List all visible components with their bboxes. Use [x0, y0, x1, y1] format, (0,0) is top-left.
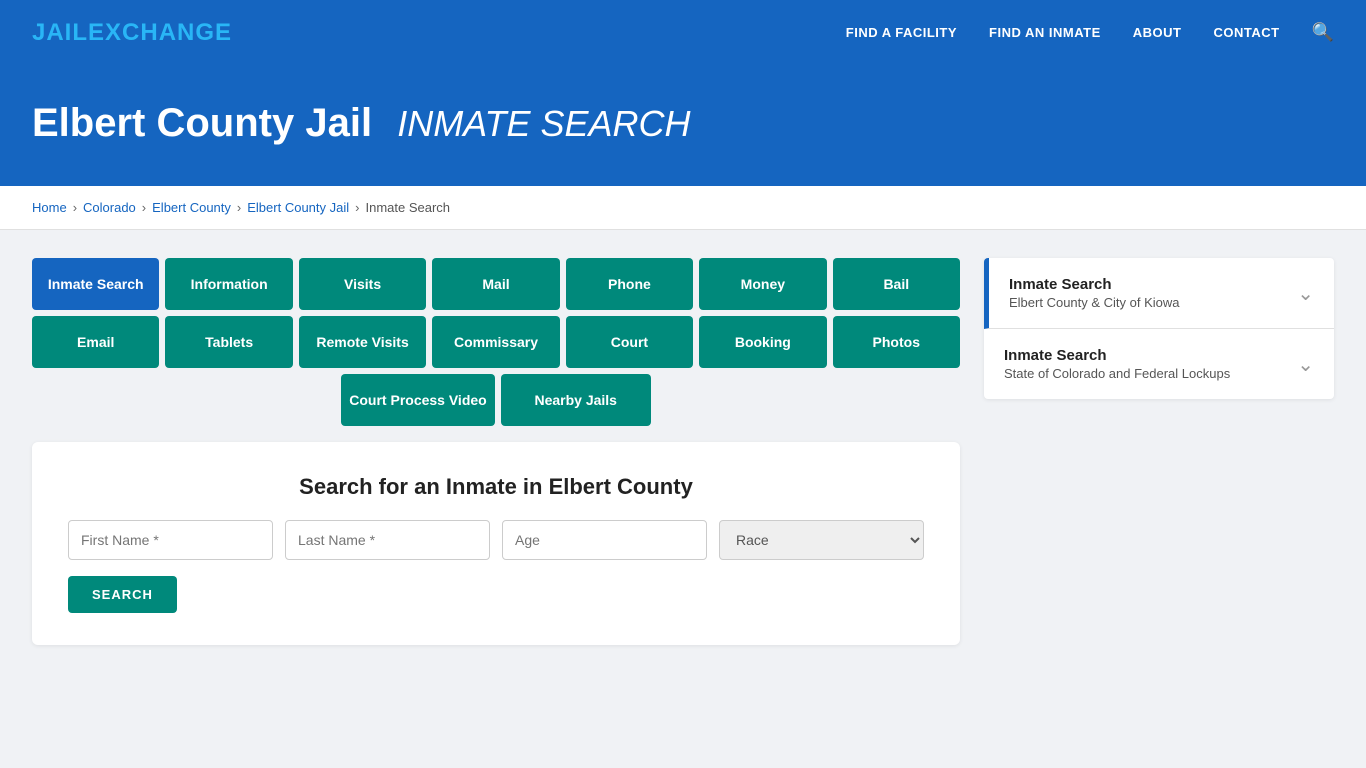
tab-tablets[interactable]: Tablets [165, 316, 292, 368]
logo-jail: JAIL [32, 19, 88, 46]
nav-links: FIND A FACILITY FIND AN INMATE ABOUT CON… [846, 22, 1334, 43]
breadcrumb-sep-1: › [73, 200, 77, 215]
sidebar-card: Inmate Search Elbert County & City of Ki… [984, 258, 1334, 399]
tab-booking[interactable]: Booking [699, 316, 826, 368]
breadcrumb-current: Inmate Search [365, 200, 450, 215]
logo[interactable]: JAILEXCHANGE [32, 19, 232, 47]
first-name-input[interactable] [68, 520, 273, 560]
last-name-input[interactable] [285, 520, 490, 560]
sidebar-item-2-subtitle: State of Colorado and Federal Lockups [1004, 366, 1230, 381]
hero-title-sub: INMATE SEARCH [397, 103, 690, 144]
tab-nearby-jails[interactable]: Nearby Jails [501, 374, 651, 426]
breadcrumb-sep-3: › [237, 200, 241, 215]
page-title: Elbert County Jail INMATE SEARCH [32, 101, 1334, 146]
sidebar-item-1-text: Inmate Search Elbert County & City of Ki… [1009, 276, 1180, 310]
sidebar-item-1[interactable]: Inmate Search Elbert County & City of Ki… [984, 258, 1334, 329]
tab-mail[interactable]: Mail [432, 258, 559, 310]
hero-banner: Elbert County Jail INMATE SEARCH [0, 65, 1366, 186]
nav-about[interactable]: ABOUT [1133, 25, 1182, 40]
search-button[interactable]: SEARCH [68, 576, 177, 613]
chevron-down-icon-1: ⌄ [1297, 281, 1314, 306]
tab-photos[interactable]: Photos [833, 316, 960, 368]
search-inputs: Race White Black Hispanic Asian Other [68, 520, 924, 560]
tab-email[interactable]: Email [32, 316, 159, 368]
sidebar-item-2-text: Inmate Search State of Colorado and Fede… [1004, 347, 1230, 381]
tabs-row2: Email Tablets Remote Visits Commissary C… [32, 316, 960, 368]
breadcrumb-sep-2: › [142, 200, 146, 215]
chevron-down-icon-2: ⌄ [1297, 352, 1314, 377]
tab-inmate-search[interactable]: Inmate Search [32, 258, 159, 310]
race-select[interactable]: Race White Black Hispanic Asian Other [719, 520, 924, 560]
logo-exchange: EXCHANGE [88, 19, 232, 46]
tab-remote-visits[interactable]: Remote Visits [299, 316, 426, 368]
breadcrumb-colorado[interactable]: Colorado [83, 200, 136, 215]
search-icon[interactable]: 🔍 [1312, 22, 1334, 43]
hero-title-main: Elbert County Jail [32, 101, 372, 145]
tab-information[interactable]: Information [165, 258, 292, 310]
tab-visits[interactable]: Visits [299, 258, 426, 310]
breadcrumb-jail[interactable]: Elbert County Jail [247, 200, 349, 215]
tab-phone[interactable]: Phone [566, 258, 693, 310]
sidebar-item-2[interactable]: Inmate Search State of Colorado and Fede… [984, 329, 1334, 399]
nav-contact[interactable]: CONTACT [1213, 25, 1279, 40]
right-sidebar: Inmate Search Elbert County & City of Ki… [984, 258, 1334, 399]
tab-money[interactable]: Money [699, 258, 826, 310]
sidebar-item-1-subtitle: Elbert County & City of Kiowa [1009, 295, 1180, 310]
left-column: Inmate Search Information Visits Mail Ph… [32, 258, 960, 645]
breadcrumb: Home › Colorado › Elbert County › Elbert… [0, 186, 1366, 230]
navbar: JAILEXCHANGE FIND A FACILITY FIND AN INM… [0, 0, 1366, 65]
tabs-row1: Inmate Search Information Visits Mail Ph… [32, 258, 960, 310]
tab-bail[interactable]: Bail [833, 258, 960, 310]
main-content: Inmate Search Information Visits Mail Ph… [0, 230, 1366, 673]
nav-find-inmate[interactable]: FIND AN INMATE [989, 25, 1101, 40]
breadcrumb-home[interactable]: Home [32, 200, 67, 215]
breadcrumb-elbert-county[interactable]: Elbert County [152, 200, 231, 215]
sidebar-item-1-title: Inmate Search [1009, 276, 1180, 293]
tab-court[interactable]: Court [566, 316, 693, 368]
sidebar-item-2-title: Inmate Search [1004, 347, 1230, 364]
tab-commissary[interactable]: Commissary [432, 316, 559, 368]
tab-court-process-video[interactable]: Court Process Video [341, 374, 494, 426]
tabs-row3: Court Process Video Nearby Jails [32, 374, 960, 426]
breadcrumb-sep-4: › [355, 200, 359, 215]
search-form-title: Search for an Inmate in Elbert County [68, 474, 924, 500]
age-input[interactable] [502, 520, 707, 560]
nav-find-facility[interactable]: FIND A FACILITY [846, 25, 957, 40]
search-form-card: Search for an Inmate in Elbert County Ra… [32, 442, 960, 645]
